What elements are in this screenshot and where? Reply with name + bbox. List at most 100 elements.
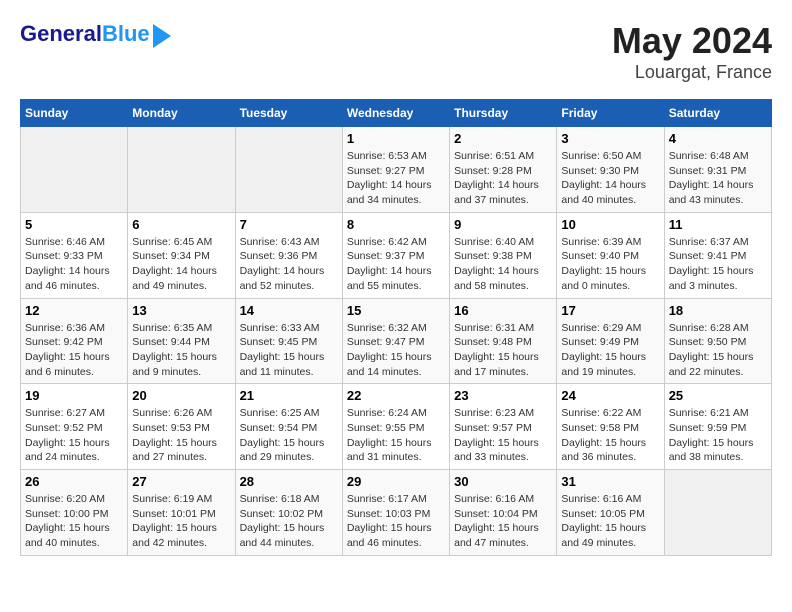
day-info: Sunrise: 6:16 AM Sunset: 10:04 PM Daylig… <box>454 492 552 551</box>
day-info: Sunrise: 6:46 AM Sunset: 9:33 PM Dayligh… <box>25 235 123 294</box>
calendar-day-cell <box>235 127 342 213</box>
weekday-header-cell: Sunday <box>21 100 128 127</box>
calendar-week-row: 19Sunrise: 6:27 AM Sunset: 9:52 PM Dayli… <box>21 384 772 470</box>
calendar-week-row: 12 Sunrise: 6:36 AM Sunset: 9:42 PM Dayli… <box>21 298 772 384</box>
calendar-week-row: 5Sunrise: 6:46 AM Sunset: 9:33 PM Daylig… <box>21 212 772 298</box>
day-info: Sunrise: 6:29 AM Sunset: 9:49 PM Dayligh… <box>561 321 659 380</box>
calendar-day-cell: 21 Sunrise: 6:25 AM Sunset: 9:54 PM Dayli… <box>235 384 342 470</box>
day-info: Sunrise: 6:20 AM Sunset: 10:00 PM Daylig… <box>25 492 123 551</box>
day-number: 23 <box>454 388 552 403</box>
calendar-day-cell: 20 Sunrise: 6:26 AM Sunset: 9:53 PM Dayli… <box>128 384 235 470</box>
calendar-day-cell: 13 Sunrise: 6:35 AM Sunset: 9:44 PM Dayli… <box>128 298 235 384</box>
day-number: 13 <box>132 303 230 318</box>
day-info: Sunrise: 6:39 AM Sunset: 9:40 PM Dayligh… <box>561 235 659 294</box>
calendar-day-cell: 16 Sunrise: 6:31 AM Sunset: 9:48 PM Dayli… <box>450 298 557 384</box>
day-info: Sunrise: 6:32 AM Sunset: 9:47 PM Dayligh… <box>347 321 445 380</box>
day-info: Sunrise: 6:40 AM Sunset: 9:38 PM Dayligh… <box>454 235 552 294</box>
calendar-day-cell: 8 Sunrise: 6:42 AM Sunset: 9:37 PM Daylig… <box>342 212 449 298</box>
title-block: May 2024 Louargat, France <box>612 20 772 83</box>
day-info: Sunrise: 6:31 AM Sunset: 9:48 PM Dayligh… <box>454 321 552 380</box>
day-info: Sunrise: 6:18 AM Sunset: 10:02 PM Daylig… <box>240 492 338 551</box>
calendar-week-row: 26Sunrise: 6:20 AM Sunset: 10:00 PM Dayl… <box>21 470 772 556</box>
day-info: Sunrise: 6:23 AM Sunset: 9:57 PM Dayligh… <box>454 406 552 465</box>
day-number: 20 <box>132 388 230 403</box>
day-number: 25 <box>669 388 767 403</box>
day-info: Sunrise: 6:42 AM Sunset: 9:37 PM Dayligh… <box>347 235 445 294</box>
calendar-day-cell: 23 Sunrise: 6:23 AM Sunset: 9:57 PM Dayli… <box>450 384 557 470</box>
day-number: 8 <box>347 217 445 232</box>
day-number: 14 <box>240 303 338 318</box>
day-number: 30 <box>454 474 552 489</box>
weekday-header-row: SundayMondayTuesdayWednesdayThursdayFrid… <box>21 100 772 127</box>
day-info: Sunrise: 6:22 AM Sunset: 9:58 PM Dayligh… <box>561 406 659 465</box>
day-info: Sunrise: 6:27 AM Sunset: 9:52 PM Dayligh… <box>25 406 123 465</box>
day-info: Sunrise: 6:36 AM Sunset: 9:42 PM Dayligh… <box>25 321 123 380</box>
day-number: 3 <box>561 131 659 146</box>
weekday-header-cell: Wednesday <box>342 100 449 127</box>
day-info: Sunrise: 6:51 AM Sunset: 9:28 PM Dayligh… <box>454 149 552 208</box>
calendar-day-cell: 2 Sunrise: 6:51 AM Sunset: 9:28 PM Daylig… <box>450 127 557 213</box>
calendar-title: May 2024 <box>612 20 772 62</box>
calendar-day-cell: 19Sunrise: 6:27 AM Sunset: 9:52 PM Dayli… <box>21 384 128 470</box>
day-number: 6 <box>132 217 230 232</box>
calendar-day-cell: 14 Sunrise: 6:33 AM Sunset: 9:45 PM Dayli… <box>235 298 342 384</box>
day-number: 2 <box>454 131 552 146</box>
calendar-day-cell: 26Sunrise: 6:20 AM Sunset: 10:00 PM Dayl… <box>21 470 128 556</box>
weekday-header-cell: Thursday <box>450 100 557 127</box>
calendar-day-cell: 15Sunrise: 6:32 AM Sunset: 9:47 PM Dayli… <box>342 298 449 384</box>
calendar-day-cell: 1Sunrise: 6:53 AM Sunset: 9:27 PM Daylig… <box>342 127 449 213</box>
calendar-day-cell: 24Sunrise: 6:22 AM Sunset: 9:58 PM Dayli… <box>557 384 664 470</box>
day-number: 28 <box>240 474 338 489</box>
day-info: Sunrise: 6:19 AM Sunset: 10:01 PM Daylig… <box>132 492 230 551</box>
day-number: 31 <box>561 474 659 489</box>
day-info: Sunrise: 6:21 AM Sunset: 9:59 PM Dayligh… <box>669 406 767 465</box>
weekday-header-cell: Saturday <box>664 100 771 127</box>
calendar-week-row: 1Sunrise: 6:53 AM Sunset: 9:27 PM Daylig… <box>21 127 772 213</box>
calendar-day-cell: 11 Sunrise: 6:37 AM Sunset: 9:41 PM Dayli… <box>664 212 771 298</box>
calendar-subtitle: Louargat, France <box>612 62 772 83</box>
day-number: 10 <box>561 217 659 232</box>
calendar-day-cell: 17 Sunrise: 6:29 AM Sunset: 9:49 PM Dayli… <box>557 298 664 384</box>
day-number: 21 <box>240 388 338 403</box>
day-number: 22 <box>347 388 445 403</box>
day-number: 16 <box>454 303 552 318</box>
day-number: 4 <box>669 131 767 146</box>
calendar-day-cell: 22Sunrise: 6:24 AM Sunset: 9:55 PM Dayli… <box>342 384 449 470</box>
calendar-day-cell: 3 Sunrise: 6:50 AM Sunset: 9:30 PM Daylig… <box>557 127 664 213</box>
logo-arrow-icon <box>153 24 171 48</box>
calendar-day-cell: 9Sunrise: 6:40 AM Sunset: 9:38 PM Daylig… <box>450 212 557 298</box>
weekday-header-cell: Friday <box>557 100 664 127</box>
calendar-day-cell: 27 Sunrise: 6:19 AM Sunset: 10:01 PM Dayl… <box>128 470 235 556</box>
day-number: 29 <box>347 474 445 489</box>
calendar-day-cell: 4 Sunrise: 6:48 AM Sunset: 9:31 PM Daylig… <box>664 127 771 213</box>
day-number: 12 <box>25 303 123 318</box>
day-info: Sunrise: 6:53 AM Sunset: 9:27 PM Dayligh… <box>347 149 445 208</box>
calendar-day-cell: 28 Sunrise: 6:18 AM Sunset: 10:02 PM Dayl… <box>235 470 342 556</box>
calendar-day-cell <box>128 127 235 213</box>
day-info: Sunrise: 6:25 AM Sunset: 9:54 PM Dayligh… <box>240 406 338 465</box>
day-info: Sunrise: 6:50 AM Sunset: 9:30 PM Dayligh… <box>561 149 659 208</box>
day-info: Sunrise: 6:48 AM Sunset: 9:31 PM Dayligh… <box>669 149 767 208</box>
day-info: Sunrise: 6:45 AM Sunset: 9:34 PM Dayligh… <box>132 235 230 294</box>
logo-text: GeneralBlue <box>20 22 150 46</box>
weekday-header-cell: Tuesday <box>235 100 342 127</box>
day-number: 17 <box>561 303 659 318</box>
logo: GeneralBlue <box>20 20 171 48</box>
day-info: Sunrise: 6:43 AM Sunset: 9:36 PM Dayligh… <box>240 235 338 294</box>
calendar-day-cell: 10 Sunrise: 6:39 AM Sunset: 9:40 PM Dayli… <box>557 212 664 298</box>
calendar-day-cell: 30 Sunrise: 6:16 AM Sunset: 10:04 PM Dayl… <box>450 470 557 556</box>
day-info: Sunrise: 6:37 AM Sunset: 9:41 PM Dayligh… <box>669 235 767 294</box>
day-info: Sunrise: 6:26 AM Sunset: 9:53 PM Dayligh… <box>132 406 230 465</box>
calendar-day-cell <box>21 127 128 213</box>
calendar-day-cell: 6 Sunrise: 6:45 AM Sunset: 9:34 PM Daylig… <box>128 212 235 298</box>
calendar-day-cell: 31 Sunrise: 6:16 AM Sunset: 10:05 PM Dayl… <box>557 470 664 556</box>
day-info: Sunrise: 6:16 AM Sunset: 10:05 PM Daylig… <box>561 492 659 551</box>
calendar-day-cell: 29Sunrise: 6:17 AM Sunset: 10:03 PM Dayl… <box>342 470 449 556</box>
day-info: Sunrise: 6:33 AM Sunset: 9:45 PM Dayligh… <box>240 321 338 380</box>
day-number: 27 <box>132 474 230 489</box>
calendar-day-cell <box>664 470 771 556</box>
day-number: 11 <box>669 217 767 232</box>
calendar-day-cell: 5Sunrise: 6:46 AM Sunset: 9:33 PM Daylig… <box>21 212 128 298</box>
calendar-day-cell: 25 Sunrise: 6:21 AM Sunset: 9:59 PM Dayli… <box>664 384 771 470</box>
day-info: Sunrise: 6:35 AM Sunset: 9:44 PM Dayligh… <box>132 321 230 380</box>
